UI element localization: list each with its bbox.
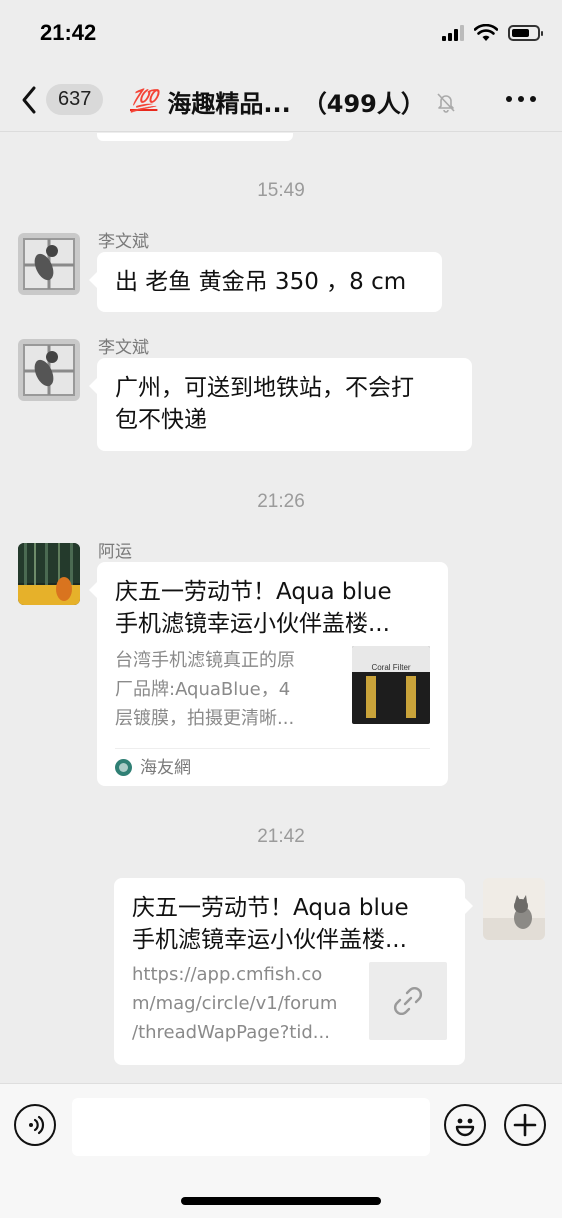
link-thumbnail [369,962,447,1040]
card-thumbnail: Coral Filter [352,646,430,724]
more-icon[interactable] [506,96,536,102]
timestamp: 21:42 [257,826,305,847]
previous-message-bubble[interactable] [97,133,293,141]
mute-bell-icon [437,92,455,113]
avatar[interactable] [18,339,80,401]
card-description-line: 层镀膜，拍摄更清晰... [115,708,295,729]
member-count: （499人） [302,90,425,118]
card-title-line: 手机滤镜幸运小伙伴盖楼... [132,927,407,953]
more-actions-button[interactable] [504,1104,546,1146]
message-bubble[interactable]: 出 老鱼 黄金吊 350 ，8 cm [89,252,442,312]
source-logo-icon [115,759,132,776]
shared-article-card[interactable]: 庆五一劳动节！Aqua blue 手机滤镜幸运小伙伴盖楼... 台湾手机滤镜真正… [89,562,448,786]
unread-count-badge: 637 [46,84,104,115]
avatar[interactable] [18,233,80,295]
home-indicator[interactable] [181,1197,381,1205]
card-title-line: 庆五一劳动节！Aqua blue [115,579,392,605]
message-bubble[interactable]: 广州，可送到地铁站，不会打 包不快递 [89,358,472,451]
card-title-line: 手机滤镜幸运小伙伴盖楼... [115,611,390,637]
card-url-line: m/mag/circle/v1/forum [132,993,338,1014]
sender-name: 李文斌 [98,338,149,358]
avatar[interactable] [18,543,80,605]
sender-name: 阿运 [98,542,132,562]
group-name: 海趣精品... [167,90,291,118]
signal-icon [442,25,464,41]
status-time: 21:42 [40,20,97,45]
plus-icon [513,1113,537,1137]
message-text: 出 老鱼 黄金吊 350 ，8 cm [115,269,407,295]
voice-input-button[interactable] [14,1104,56,1146]
group-title: 💯 海趣精品... （499人） [130,84,457,119]
source-name: 海友網 [140,757,191,778]
emoji-button[interactable] [444,1104,486,1146]
link-icon [394,987,422,1015]
card-description-line: 厂品牌:AquaBlue，4 [115,679,291,700]
card-source: 海友網 [115,748,430,786]
message-input[interactable] [72,1098,430,1156]
timestamp: 15:49 [257,180,305,201]
thumbnail-label: Coral Filter [371,663,411,672]
voice-icon [29,1115,45,1135]
chat-area[interactable]: 15:49 李文斌 出 老鱼 黄金吊 350 ，8 cm 李文斌 广州，可送到地… [0,133,562,1083]
status-icons [442,24,543,42]
card-title-line: 庆五一劳动节！Aqua blue [132,895,409,921]
timestamp: 21:26 [257,491,305,512]
sender-name: 李文斌 [98,232,149,252]
back-chevron-icon [22,86,36,113]
back-button[interactable]: 637 [20,84,104,115]
wifi-icon [474,24,498,41]
chat-header: 637 💯 海趣精品... （499人） [0,68,562,132]
status-bar: 21:42 [0,0,562,68]
battery-icon [508,25,543,41]
card-url-line: /threadWapPage?tid... [132,1022,330,1043]
message-text-line: 广州，可送到地铁站，不会打 [115,375,414,401]
card-description-line: 台湾手机滤镜真正的原 [115,650,295,671]
emoji-icon [455,1118,475,1137]
my-link-card[interactable]: 庆五一劳动节！Aqua blue 手机滤镜幸运小伙伴盖楼... https://… [114,878,473,1065]
card-url-line: https://app.cmfish.co [132,964,323,985]
my-avatar[interactable] [483,878,545,940]
hundred-emoji-icon: 💯 [130,89,158,114]
message-text-line: 包不快递 [115,407,207,433]
